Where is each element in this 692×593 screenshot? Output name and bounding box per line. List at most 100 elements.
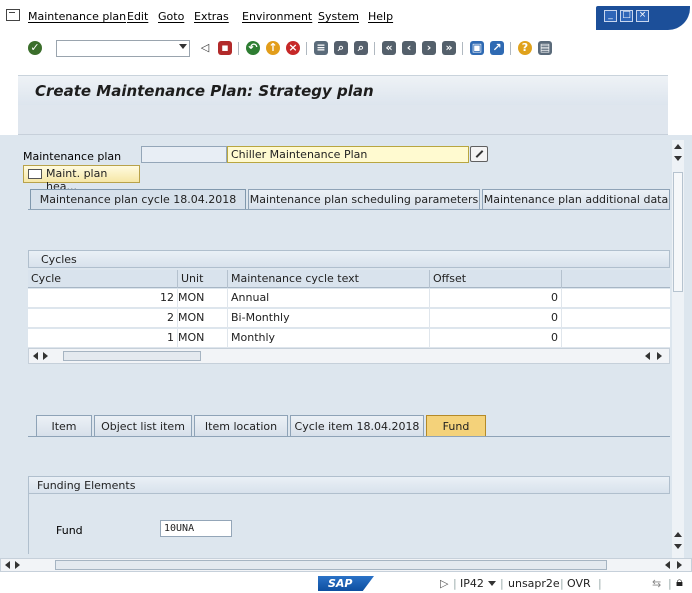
maximize-icon[interactable]: □	[620, 10, 633, 22]
scroll-down-icon[interactable]	[674, 156, 682, 161]
scroll-right-icon[interactable]	[677, 561, 682, 569]
window-controls: _ □ ×	[596, 6, 690, 30]
table-row[interactable]: 12 MON Annual 0	[28, 289, 670, 308]
shortcut-icon[interactable]: ↗	[490, 41, 504, 55]
tab-divider	[28, 436, 670, 437]
back-nav-icon[interactable]: ↶	[246, 41, 260, 55]
save-icon[interactable]: ▪	[218, 41, 232, 55]
scroll-down-icon[interactable]	[674, 544, 682, 549]
enter-icon[interactable]: ✓	[28, 41, 42, 55]
funding-title: Funding Elements	[37, 479, 136, 492]
tab-item[interactable]: Item	[36, 415, 92, 436]
cancel-icon[interactable]: ×	[286, 41, 300, 55]
cell-unit[interactable]: MON	[178, 309, 228, 328]
scroll-right-icon[interactable]	[15, 561, 20, 569]
layout-menu-icon[interactable]: ⇆	[652, 577, 661, 590]
status-mode: OVR	[567, 577, 591, 590]
cell-cycle-text[interactable]: Bi-Monthly	[228, 309, 430, 328]
column-header-offset[interactable]: Offset	[430, 270, 562, 288]
layout-icon[interactable]: ▤	[538, 41, 552, 55]
last-page-icon[interactable]: »	[442, 41, 456, 55]
funding-elements-box	[28, 494, 670, 554]
status-bar: SAP ▷ | IP42 | unsapr2e | OVR | ⇆ | 🔒︎	[0, 574, 692, 593]
next-page-icon[interactable]: ›	[422, 41, 436, 55]
system-menu-icon[interactable]	[6, 9, 20, 21]
find-next-icon[interactable]: ⌕	[354, 41, 368, 55]
cell-cycle[interactable]: 12	[28, 289, 178, 308]
cell-offset[interactable]: 0	[430, 329, 562, 348]
tab-scheduling-parameters[interactable]: Maintenance plan scheduling parameters	[248, 189, 480, 209]
tab-additional-data[interactable]: Maintenance plan additional data	[482, 189, 670, 209]
menu-environment[interactable]: Environment	[242, 10, 312, 23]
folder-icon	[28, 169, 42, 179]
cell-cycle[interactable]: 1	[28, 329, 178, 348]
tab-item-location[interactable]: Item location	[194, 415, 288, 436]
cell-cycle-text[interactable]: Monthly	[228, 329, 430, 348]
print-icon[interactable]: ≡	[314, 41, 328, 55]
menu-edit[interactable]: Edit	[127, 10, 148, 23]
back-icon[interactable]: ◁	[198, 41, 212, 55]
scroll-left-icon[interactable]	[645, 352, 650, 360]
screen-horizontal-scrollbar[interactable]	[0, 558, 692, 572]
status-system: IP42	[460, 577, 484, 590]
maintenance-plan-field[interactable]	[141, 146, 227, 163]
help-icon[interactable]: ?	[518, 41, 532, 55]
status-separator: |	[560, 577, 564, 590]
maint-plan-header-button[interactable]: Maint. plan hea...	[23, 165, 140, 193]
scroll-up-icon[interactable]	[674, 532, 682, 537]
menu-help[interactable]: Help	[368, 10, 393, 23]
close-icon[interactable]: ×	[636, 10, 649, 22]
cell-offset[interactable]: 0	[430, 289, 562, 308]
table-row[interactable]: 1 MON Monthly 0	[28, 329, 670, 348]
column-header-cycle-text[interactable]: Maintenance cycle text	[228, 270, 430, 288]
scroll-right-icon[interactable]	[43, 352, 48, 360]
cell-cycle[interactable]: 2	[28, 309, 178, 328]
fund-field[interactable]: 10UNA	[160, 520, 232, 537]
tab-object-list-item[interactable]: Object list item	[94, 415, 192, 436]
exit-icon[interactable]: ↑	[266, 41, 280, 55]
first-page-icon[interactable]: «	[382, 41, 396, 55]
scroll-up-icon[interactable]	[674, 144, 682, 149]
toolbar-separator	[238, 42, 239, 55]
minimize-icon[interactable]: _	[604, 10, 617, 22]
scroll-left-icon[interactable]	[665, 561, 670, 569]
edit-long-text-icon[interactable]	[470, 146, 488, 162]
plan-description-field[interactable]: Chiller Maintenance Plan	[227, 146, 469, 163]
chevron-down-icon[interactable]	[179, 44, 187, 49]
menu-extras[interactable]: Extras	[194, 10, 229, 23]
column-header-cycle[interactable]: Cycle	[28, 270, 178, 288]
fund-label: Fund	[56, 524, 83, 537]
toolbar-separator	[462, 42, 463, 55]
lock-icon[interactable]: 🔒︎	[676, 575, 683, 590]
table-row[interactable]: 2 MON Bi-Monthly 0	[28, 309, 670, 328]
cell-unit[interactable]: MON	[178, 329, 228, 348]
cell-unit[interactable]: MON	[178, 289, 228, 308]
find-icon[interactable]: ⌕	[334, 41, 348, 55]
column-header-unit[interactable]: Unit	[178, 270, 228, 288]
toolbar-separator	[510, 42, 511, 55]
scroll-right-icon[interactable]	[657, 352, 662, 360]
scroll-thumb[interactable]	[673, 172, 683, 292]
new-session-icon[interactable]: ▣	[470, 41, 484, 55]
scroll-thumb[interactable]	[55, 560, 607, 570]
menu-system[interactable]: System	[318, 10, 359, 23]
scroll-left-icon[interactable]	[5, 561, 10, 569]
tab-cycle-item[interactable]: Cycle item 18.04.2018	[290, 415, 424, 436]
scroll-left-icon[interactable]	[33, 352, 38, 360]
vertical-scrollbar[interactable]	[672, 140, 684, 560]
menu-goto[interactable]: Goto	[158, 10, 184, 23]
menu-maintenance-plan[interactable]: Maintenance plan	[28, 10, 126, 23]
tab-fund[interactable]: Fund	[426, 415, 486, 436]
scroll-thumb[interactable]	[63, 351, 201, 361]
status-expand-icon[interactable]: ▷	[440, 577, 448, 590]
chevron-down-icon[interactable]	[488, 581, 496, 586]
toolbar-separator	[374, 42, 375, 55]
status-separator: |	[453, 577, 457, 590]
command-field[interactable]	[56, 40, 190, 57]
tab-maintenance-plan-cycle[interactable]: Maintenance plan cycle 18.04.2018	[30, 189, 246, 209]
table-horizontal-scrollbar[interactable]	[28, 348, 670, 364]
prev-page-icon[interactable]: ‹	[402, 41, 416, 55]
cell-cycle-text[interactable]: Annual	[228, 289, 430, 308]
cell-offset[interactable]: 0	[430, 309, 562, 328]
cycles-group-header: Cycles	[28, 250, 670, 268]
